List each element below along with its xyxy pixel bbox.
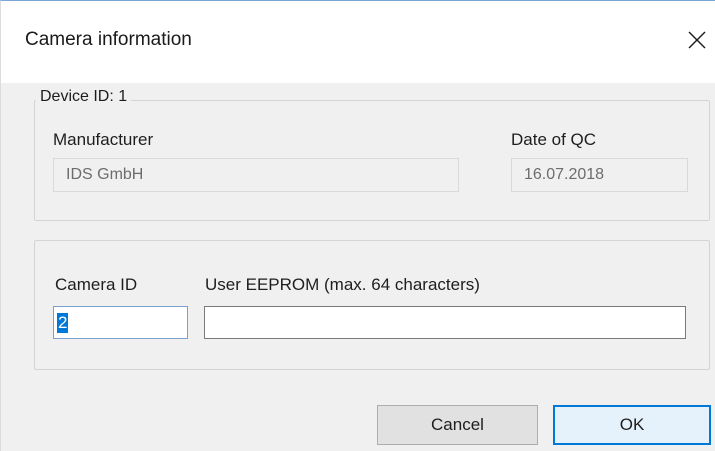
user-eeprom-label: User EEPROM (max. 64 characters) bbox=[205, 275, 480, 294]
dialog-title: Camera information bbox=[25, 29, 192, 50]
title-bar: Camera information bbox=[1, 1, 715, 83]
camera-id-value: 2 bbox=[57, 312, 69, 333]
camera-id-label: Camera ID bbox=[55, 275, 138, 294]
date-of-qc-field: 16.07.2018 bbox=[511, 158, 688, 192]
date-of-qc-label: Date of QC bbox=[511, 130, 597, 149]
manufacturer-value: IDS GmbH bbox=[66, 166, 144, 183]
close-icon bbox=[688, 31, 706, 49]
camera-information-dialog: Camera information Device ID: 1 Manufact… bbox=[0, 0, 715, 451]
camera-id-input[interactable]: 2 bbox=[53, 306, 188, 339]
manufacturer-label: Manufacturer bbox=[53, 130, 154, 149]
date-of-qc-value: 16.07.2018 bbox=[524, 166, 605, 183]
camera-groupbox bbox=[34, 240, 710, 370]
manufacturer-field: IDS GmbH bbox=[53, 158, 459, 192]
device-id-legend: Device ID: 1 bbox=[36, 88, 132, 106]
cancel-button[interactable]: Cancel bbox=[377, 405, 538, 445]
cancel-button-label: Cancel bbox=[431, 415, 484, 434]
ok-button-label: OK bbox=[619, 415, 645, 434]
close-button[interactable] bbox=[675, 21, 715, 61]
user-eeprom-input[interactable] bbox=[204, 306, 686, 339]
ok-button[interactable]: OK bbox=[553, 405, 711, 445]
